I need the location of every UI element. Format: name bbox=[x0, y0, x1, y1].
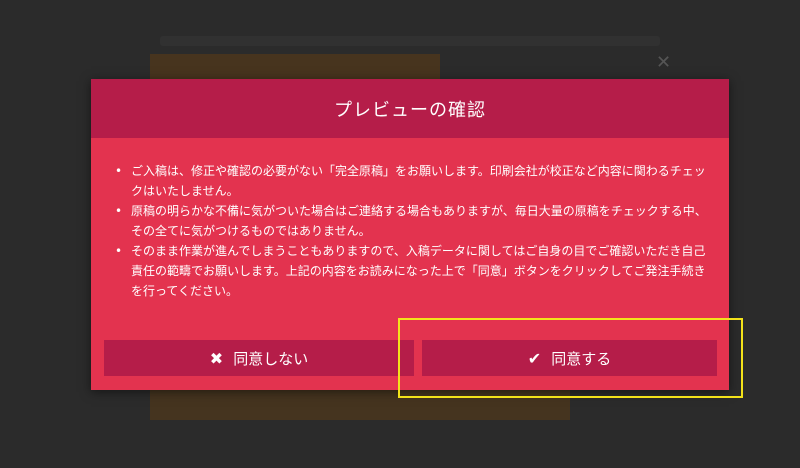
notice-item: • ご入稿は、修正や確認の必要がない「完全原稿」をお願いします。印刷会社が校正な… bbox=[111, 161, 709, 201]
disagree-button[interactable]: ✖ 同意しない bbox=[104, 340, 414, 376]
check-icon: ✔ bbox=[527, 348, 542, 368]
modal-title: プレビューの確認 bbox=[334, 99, 486, 121]
agree-button-label: 同意する bbox=[551, 349, 612, 368]
notice-text: 原稿の明らかな不備に気がついた場合はご連絡する場合もありますが、毎日大量の原稿を… bbox=[131, 204, 707, 238]
background-thumbnail-strip bbox=[150, 390, 570, 420]
notice-text: そのまま作業が進んでしまうこともありますので、入稿データに関してはご自身の目でご… bbox=[131, 244, 706, 298]
background-image bbox=[150, 54, 440, 82]
agree-button[interactable]: ✔ 同意する bbox=[422, 340, 717, 376]
notice-item: • そのまま作業が進んでしまうこともありますので、入稿データに関してはご自身の目… bbox=[111, 241, 709, 301]
bullet-icon: • bbox=[115, 164, 123, 178]
bullet-icon: • bbox=[115, 204, 123, 218]
bullet-icon: • bbox=[115, 244, 123, 258]
notice-item: • 原稿の明らかな不備に気がついた場合はご連絡する場合もありますが、毎日大量の原… bbox=[111, 201, 709, 241]
notice-list: • ご入稿は、修正や確認の必要がない「完全原稿」をお願いします。印刷会社が校正な… bbox=[111, 161, 709, 301]
close-icon: ✖ bbox=[209, 348, 224, 368]
modal-header: プレビューの確認 bbox=[91, 79, 729, 138]
modal-body: • ご入稿は、修正や確認の必要がない「完全原稿」をお願いします。印刷会社が校正な… bbox=[91, 138, 729, 301]
background-close-icon: ✕ bbox=[656, 52, 672, 73]
preview-confirm-modal: プレビューの確認 • ご入稿は、修正や確認の必要がない「完全原稿」をお願いします… bbox=[91, 79, 729, 390]
disagree-button-label: 同意しない bbox=[233, 349, 309, 368]
notice-text: ご入稿は、修正や確認の必要がない「完全原稿」をお願いします。印刷会社が校正など内… bbox=[131, 164, 706, 198]
background-text-line bbox=[160, 36, 660, 46]
